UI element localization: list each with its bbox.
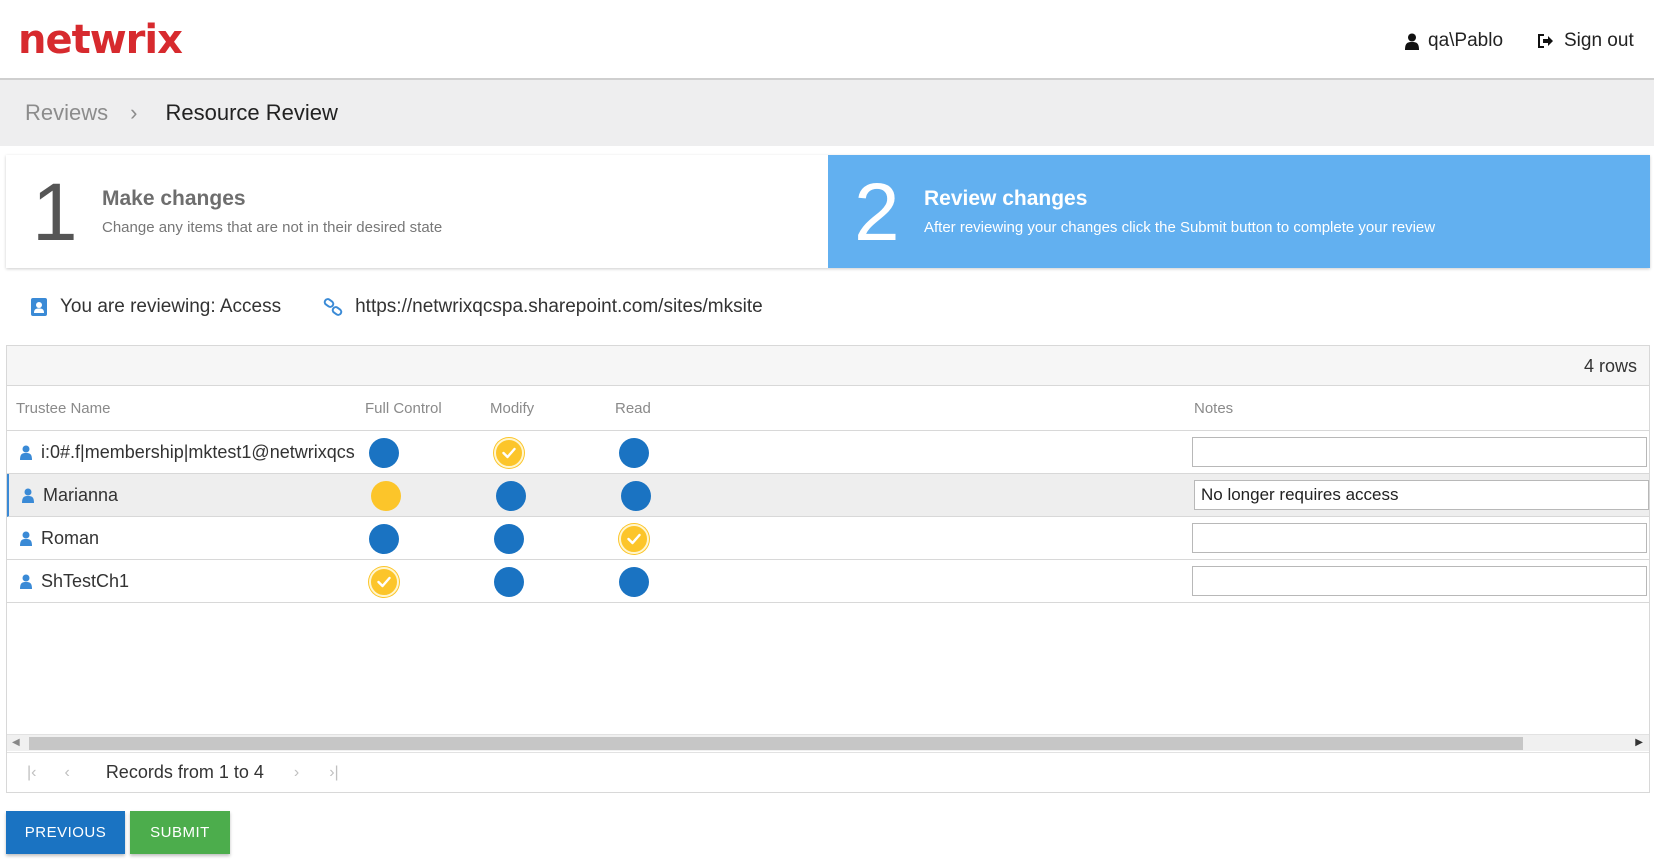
grid-toolbar: 4 rows	[7, 346, 1649, 386]
user-icon	[20, 574, 32, 589]
scrollbar-thumb[interactable]	[29, 737, 1523, 750]
grid-header: Trustee Name Full Control Modify Read No…	[7, 386, 1649, 431]
modify-toggle[interactable]	[496, 481, 526, 511]
step-number: 1	[32, 167, 78, 258]
breadcrumb-current: Resource Review	[165, 100, 338, 125]
modify-toggle[interactable]	[494, 524, 524, 554]
trustee-name: ShTestCh1	[41, 570, 130, 591]
full-control-toggle[interactable]	[369, 438, 399, 468]
table-row[interactable]: ShTestCh1	[7, 560, 1649, 603]
link-icon	[323, 298, 343, 316]
trustee-cell: i:0#.f|membership|mktest1@netwrixqcs	[20, 431, 360, 473]
netwrix-logo[interactable]: netwrix	[18, 16, 183, 64]
user-icon	[20, 531, 32, 546]
step-title: Review changes	[924, 187, 1088, 210]
pager: |‹ ‹ Records from 1 to 4 › ›|	[7, 752, 1649, 792]
trustee-cell: ShTestCh1	[20, 560, 360, 602]
checkmark-icon	[502, 447, 516, 459]
full-control-toggle[interactable]	[371, 481, 401, 511]
step-description: After reviewing your changes click the S…	[924, 219, 1436, 236]
current-user: qa\Pablo	[1405, 26, 1503, 56]
column-header-modify[interactable]: Modify	[490, 400, 534, 417]
step-description: Change any items that are not in their d…	[102, 219, 443, 236]
step-make-changes[interactable]: 1 Make changes Change any items that are…	[6, 155, 828, 268]
notes-input[interactable]	[1192, 566, 1647, 596]
trustee-name: i:0#.f|membership|mktest1@netwrixqcs	[41, 441, 355, 462]
prev-page-icon[interactable]: ‹	[64, 764, 69, 782]
scroll-right-icon[interactable]: ▶	[1635, 737, 1643, 748]
column-header-notes[interactable]: Notes	[1194, 400, 1233, 417]
sign-out-label: Sign out	[1564, 30, 1634, 51]
step-review-changes[interactable]: 2 Review changes After reviewing your ch…	[828, 155, 1650, 268]
checkmark-icon	[627, 533, 641, 545]
scroll-left-icon[interactable]: ◀	[12, 737, 20, 748]
trustee-cell: Marianna	[22, 474, 362, 516]
chevron-right-icon: ›	[130, 100, 138, 125]
table-row[interactable]: Marianna	[7, 474, 1649, 517]
notes-input[interactable]	[1192, 437, 1647, 467]
full-control-toggle[interactable]	[369, 567, 399, 597]
modify-toggle[interactable]	[494, 567, 524, 597]
breadcrumb: Reviews › Resource Review	[0, 80, 1654, 146]
pager-records: Records from 1 to 4	[105, 762, 264, 782]
wizard-steps: 1 Make changes Change any items that are…	[6, 155, 1650, 268]
read-toggle[interactable]	[619, 567, 649, 597]
app-header: netwrix qa\Pablo Sign out	[0, 0, 1654, 80]
notes-input[interactable]	[1192, 523, 1647, 553]
rows-count: 4 rows	[1583, 356, 1637, 376]
notes-input[interactable]	[1194, 480, 1649, 510]
review-grid: 4 rows Trustee Name Full Control Modify …	[6, 345, 1650, 793]
user-icon	[1405, 33, 1419, 50]
resource-url[interactable]: https://netwrixqcspa.sharepoint.com/site…	[355, 296, 763, 318]
column-header-full-control[interactable]: Full Control	[365, 400, 442, 417]
column-header-read[interactable]: Read	[615, 400, 651, 417]
first-page-icon[interactable]: |‹	[27, 764, 36, 782]
user-icon	[22, 488, 34, 503]
next-page-icon[interactable]: ›	[294, 764, 299, 782]
trustee-name: Marianna	[43, 484, 119, 505]
read-toggle[interactable]	[619, 438, 649, 468]
read-toggle[interactable]	[619, 524, 649, 554]
checkmark-icon	[377, 576, 391, 588]
last-page-icon[interactable]: ›|	[329, 764, 338, 782]
reviewing-label: You are reviewing: Access	[60, 296, 282, 317]
user-name: qa\Pablo	[1428, 30, 1504, 51]
previous-button[interactable]: PREVIOUS	[6, 811, 125, 854]
grid-body: i:0#.f|membership|mktest1@netwrixqcs Mari…	[7, 431, 1649, 603]
breadcrumb-reviews[interactable]: Reviews	[25, 100, 108, 126]
step-title: Make changes	[102, 187, 246, 210]
table-row[interactable]: i:0#.f|membership|mktest1@netwrixqcs	[7, 431, 1649, 474]
table-row[interactable]: Roman	[7, 517, 1649, 560]
column-header-trustee[interactable]: Trustee Name	[16, 400, 110, 417]
user-icon	[20, 445, 32, 460]
step-number: 2	[854, 167, 900, 258]
trustee-name: Roman	[41, 527, 100, 548]
read-toggle[interactable]	[621, 481, 651, 511]
review-info: You are reviewing: Access https://netwri…	[30, 292, 763, 322]
trustee-cell: Roman	[20, 517, 360, 559]
modify-toggle[interactable]	[494, 438, 524, 468]
contact-book-icon	[30, 297, 48, 317]
full-control-toggle[interactable]	[369, 524, 399, 554]
sign-out-link[interactable]: Sign out	[1537, 26, 1634, 56]
horizontal-scrollbar[interactable]: ◀ ▶	[7, 734, 1649, 751]
submit-button[interactable]: SUBMIT	[130, 811, 230, 854]
sign-out-icon	[1538, 34, 1553, 48]
